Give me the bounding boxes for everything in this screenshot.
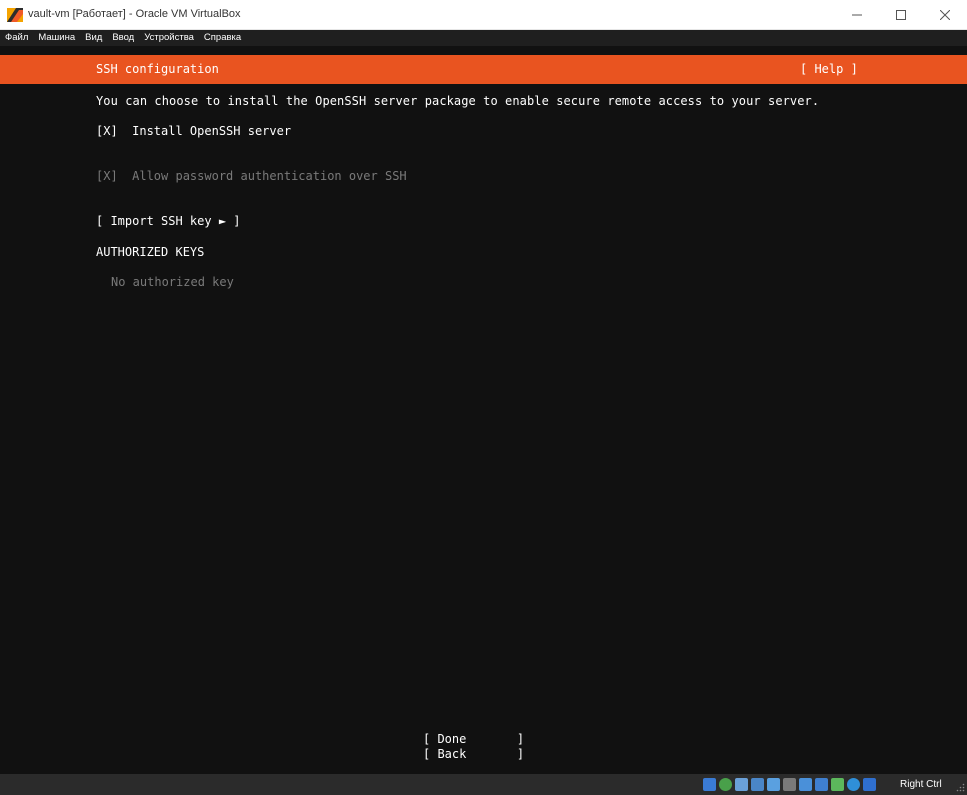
page-title: SSH configuration	[96, 62, 219, 76]
menu-help[interactable]: Справка	[204, 30, 241, 46]
close-button[interactable]	[923, 0, 967, 30]
import-ssh-key-button[interactable]: [ Import SSH key ► ]	[96, 214, 241, 228]
window-titlebar[interactable]: vault-vm [Работает] - Oracle VM VirtualB…	[0, 0, 967, 30]
hard-disk-icon[interactable]	[703, 778, 716, 791]
network-icon[interactable]	[751, 778, 764, 791]
audio-icon[interactable]	[735, 778, 748, 791]
host-key-label: Right Ctrl	[900, 779, 942, 790]
back-button[interactable]: [ Back ]	[423, 747, 524, 761]
menu-devices[interactable]: Устройства	[144, 30, 194, 46]
optical-drive-icon[interactable]	[719, 778, 732, 791]
display-icon[interactable]	[799, 778, 812, 791]
menu-input[interactable]: Ввод	[112, 30, 134, 46]
status-bar: Right Ctrl	[0, 774, 967, 795]
shared-folders-icon[interactable]	[783, 778, 796, 791]
install-openssh-checkbox[interactable]: [X] Install OpenSSH server	[96, 124, 291, 138]
minimize-icon	[852, 14, 862, 16]
menu-file[interactable]: Файл	[5, 30, 28, 46]
installer-header: SSH configuration [ Help ]	[0, 55, 967, 84]
authorized-keys-heading: AUTHORIZED KEYS	[96, 245, 205, 259]
minimize-button[interactable]	[835, 0, 879, 30]
mouse-integration-icon[interactable]	[847, 778, 860, 791]
help-button[interactable]: [ Help ]	[800, 62, 858, 76]
virtualbox-icon	[7, 8, 23, 22]
recording-icon[interactable]	[815, 778, 828, 791]
no-authorized-key-text: No authorized key	[111, 275, 234, 289]
menu-view[interactable]: Вид	[85, 30, 102, 46]
close-icon	[940, 10, 950, 20]
window-title: vault-vm [Работает] - Oracle VM VirtualB…	[28, 8, 241, 20]
maximize-button[interactable]	[879, 0, 923, 30]
usb-icon[interactable]	[767, 778, 780, 791]
maximize-icon	[896, 10, 906, 20]
resize-grip-icon[interactable]	[956, 783, 965, 792]
vm-screen[interactable]: SSH configuration [ Help ] You can choos…	[0, 46, 967, 774]
keyboard-icon[interactable]	[863, 778, 876, 791]
intro-text: You can choose to install the OpenSSH se…	[96, 94, 820, 108]
menu-machine[interactable]: Машина	[38, 30, 75, 46]
allow-password-auth-checkbox[interactable]: [X] Allow password authentication over S…	[96, 169, 407, 183]
menu-bar: Файл Машина Вид Ввод Устройства Справка	[0, 30, 967, 46]
cpu-icon[interactable]	[831, 778, 844, 791]
done-button[interactable]: [ Done ]	[423, 732, 524, 746]
